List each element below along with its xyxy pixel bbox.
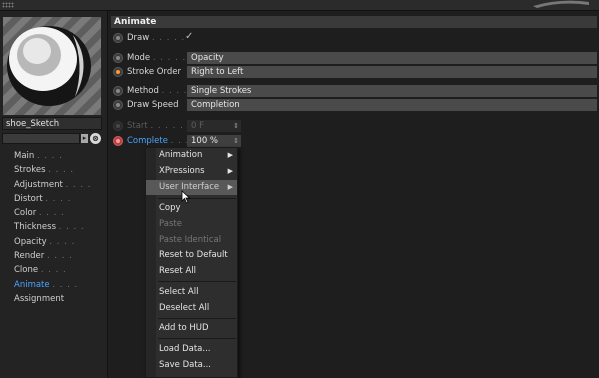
animate-toggle-icon[interactable]: [113, 53, 123, 63]
tab-animate[interactable]: Animate . . . .: [14, 278, 91, 292]
param-label: Mode: [127, 53, 151, 63]
submenu-arrow-icon: ▶: [227, 151, 233, 159]
tab-strokes[interactable]: Strokes . . . .: [14, 163, 91, 177]
object-name-field[interactable]: shoe_Sketch: [2, 117, 102, 130]
draw-speed-dropdown[interactable]: Completion: [187, 99, 597, 111]
tab-assignment[interactable]: Assignment: [14, 292, 91, 306]
tab-clone[interactable]: Clone . . . .: [14, 263, 91, 277]
attributes-sidebar: shoe_Sketch ▸ ⊗ Main . . . . Strokes . . …: [0, 11, 108, 378]
menu-separator: [158, 198, 236, 199]
param-label: Complete: [127, 136, 168, 146]
param-label: Draw Speed: [127, 100, 179, 110]
tab-render[interactable]: Render . . . .: [14, 249, 91, 263]
method-dropdown[interactable]: Single Strokes: [187, 85, 597, 97]
param-label: Method: [127, 86, 159, 96]
tab-thickness[interactable]: Thickness . . . .: [14, 220, 91, 234]
mouse-cursor-icon: [181, 190, 191, 204]
spinner-arrows-icon[interactable]: ⇕: [233, 135, 239, 147]
menu-item-deselect-all[interactable]: Deselect All: [146, 301, 237, 316]
param-label: Start: [127, 121, 148, 131]
menu-separator: [158, 318, 236, 319]
mode-dropdown[interactable]: Opacity: [187, 52, 597, 64]
menu-item-paste: Paste: [159, 219, 182, 229]
stroke-order-dropdown[interactable]: Right to Left: [187, 66, 597, 78]
submenu-arrow-icon: ▶: [227, 167, 233, 175]
tab-adjustment[interactable]: Adjustment . . . .: [14, 178, 91, 192]
start-field: 0 F ⇕: [187, 120, 241, 132]
animate-toggle-icon[interactable]: [113, 67, 123, 77]
context-menu: Animation ▶ XPressions ▶ User Interface ▶ C…: [145, 147, 238, 378]
param-label: Stroke Order: [127, 67, 181, 77]
menu-item-reset-all[interactable]: Reset All: [146, 264, 237, 279]
object-preview-thumbnail: [3, 17, 101, 115]
menu-separator: [158, 281, 236, 282]
drag-grip-icon[interactable]: [2, 2, 14, 8]
search-input[interactable]: [2, 133, 80, 144]
menu-item-animation[interactable]: Animation ▶: [146, 148, 237, 163]
animate-toggle-icon: [113, 121, 123, 131]
attribute-tab-list: Main . . . . Strokes . . . . Adjustment . …: [14, 149, 91, 306]
spinner-arrows-icon: ⇕: [233, 122, 239, 130]
menu-item-add-to-hud[interactable]: Add to HUD: [146, 321, 237, 336]
sphere-preview-icon: [3, 17, 101, 115]
menu-item-paste-identical: Paste Identical: [159, 235, 222, 245]
complete-field[interactable]: 100 % ⇕: [187, 135, 241, 147]
settings-icon[interactable]: ⊗: [90, 133, 101, 144]
logo-swoosh-icon: [533, 0, 589, 8]
param-label: Draw: [127, 33, 150, 43]
menu-item-save-data[interactable]: Save Data...: [146, 358, 237, 373]
submenu-arrow-icon: ▶: [227, 183, 233, 191]
menu-item-xpressions[interactable]: XPressions ▶: [146, 164, 237, 179]
tab-opacity[interactable]: Opacity . . . .: [14, 235, 91, 249]
animate-toggle-icon[interactable]: [113, 100, 123, 110]
animate-toggle-icon[interactable]: [113, 86, 123, 96]
tab-main[interactable]: Main . . . .: [14, 149, 91, 163]
draw-checkbox[interactable]: ✓: [185, 31, 193, 42]
menu-item-copy[interactable]: Copy: [146, 201, 237, 216]
menu-separator: [158, 338, 236, 339]
tab-distort[interactable]: Distort . . . .: [14, 192, 91, 206]
tab-color[interactable]: Color . . . .: [14, 206, 91, 220]
menu-item-load-data[interactable]: Load Data...: [146, 342, 237, 357]
window-titlebar: [0, 0, 599, 11]
keyframe-record-icon[interactable]: [113, 136, 123, 146]
search-toggle-button[interactable]: ▸: [81, 134, 88, 143]
animate-toggle-icon[interactable]: [113, 33, 123, 43]
menu-item-reset-to-default[interactable]: Reset to Default: [146, 248, 237, 263]
menu-item-user-interface[interactable]: User Interface ▶: [146, 180, 237, 195]
menu-item-select-all[interactable]: Select All: [146, 285, 237, 300]
section-header: Animate: [111, 16, 597, 28]
